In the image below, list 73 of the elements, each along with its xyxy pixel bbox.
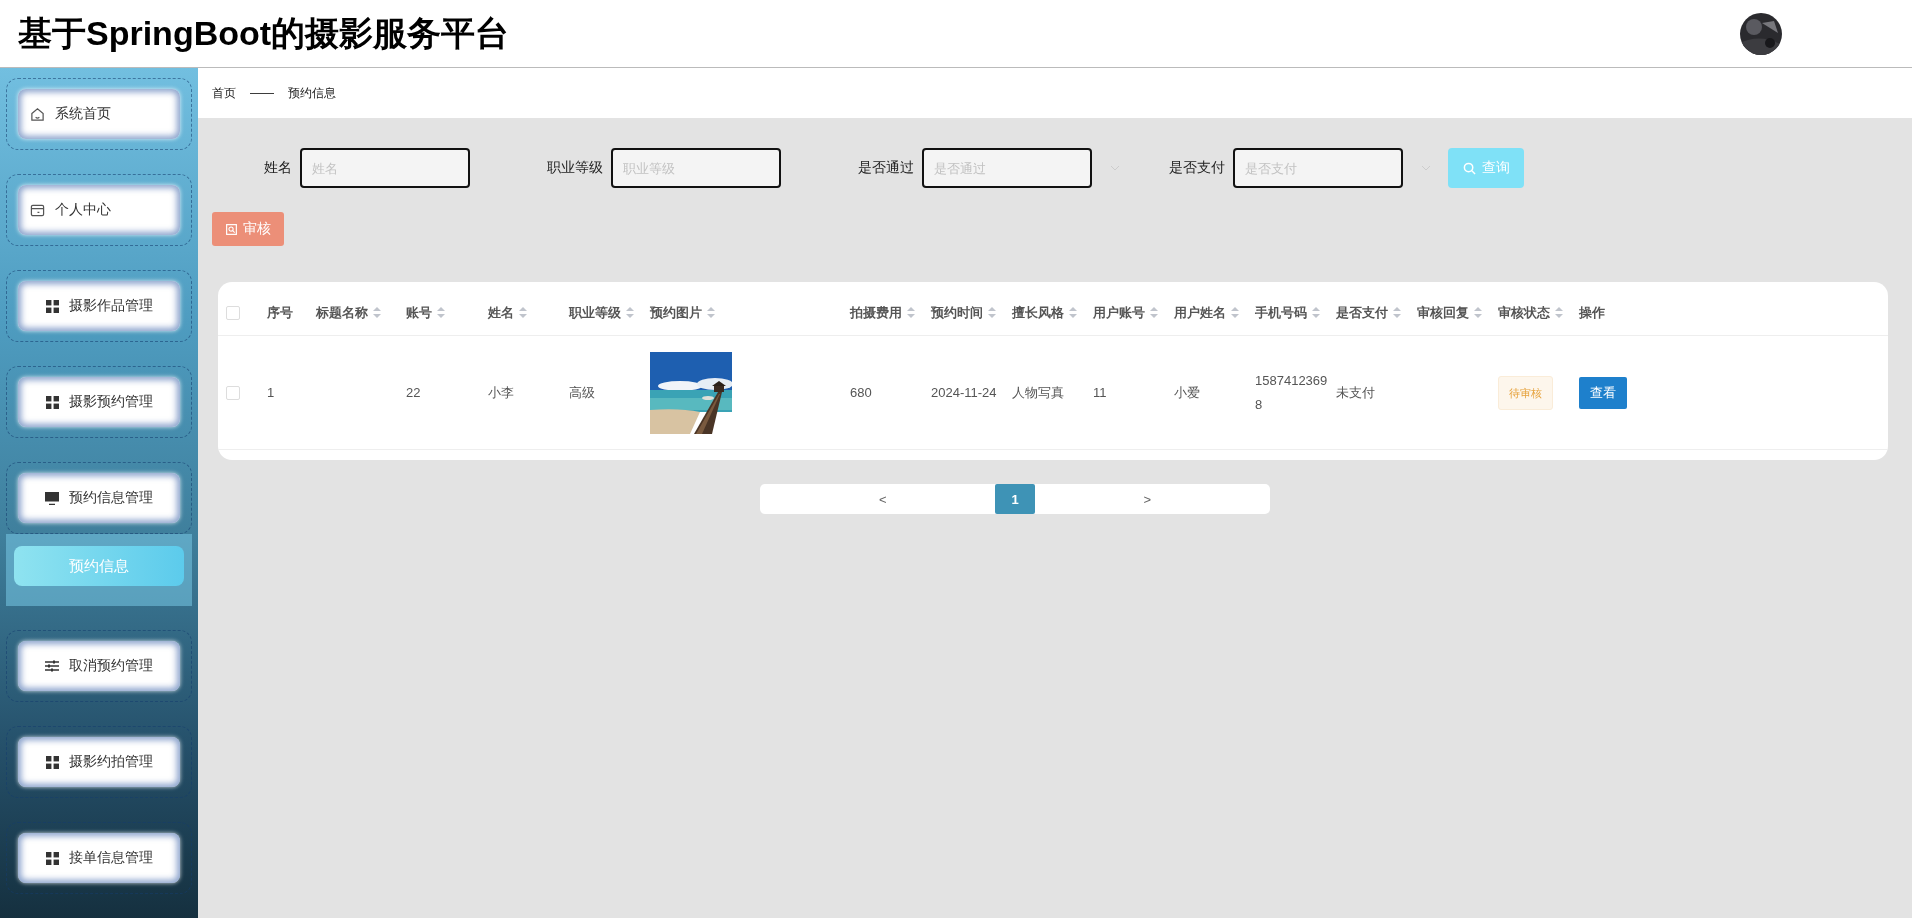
table-cell: 2024-11-24 bbox=[931, 384, 997, 400]
column-header: 审核回复 bbox=[1417, 303, 1469, 322]
column-header: 账号 bbox=[406, 303, 432, 322]
nav-item[interactable]: 摄影预约管理 bbox=[18, 377, 180, 427]
sort-icon[interactable] bbox=[1231, 307, 1239, 318]
monitor-icon bbox=[45, 491, 59, 505]
sort-icon[interactable] bbox=[1312, 307, 1320, 318]
table-cell: 未支付 bbox=[1336, 384, 1375, 400]
sort-icon[interactable] bbox=[373, 307, 381, 318]
column-header: 用户姓名 bbox=[1174, 303, 1226, 322]
column-header: 手机号码 bbox=[1255, 303, 1307, 322]
nav-item[interactable]: 取消预约管理 bbox=[18, 641, 180, 691]
column-header: 序号 bbox=[267, 303, 293, 322]
nav-item[interactable]: 接单信息管理 bbox=[18, 833, 180, 883]
nav-item[interactable]: 系统首页 bbox=[18, 89, 180, 139]
table-cell: 人物写真 bbox=[1012, 384, 1064, 400]
card-icon bbox=[30, 202, 45, 218]
column-header: 用户账号 bbox=[1093, 303, 1145, 322]
table-cell: 680 bbox=[850, 384, 872, 400]
nav-item[interactable]: 预约信息管理 bbox=[18, 473, 180, 523]
sort-icon[interactable] bbox=[626, 307, 634, 318]
column-header: 审核状态 bbox=[1498, 303, 1550, 322]
grid-icon bbox=[45, 851, 59, 865]
table-cell: 高级 bbox=[569, 384, 595, 400]
column-header: 操作 bbox=[1579, 303, 1605, 322]
sort-icon[interactable] bbox=[1150, 307, 1158, 318]
select-all-checkbox[interactable] bbox=[226, 305, 240, 320]
table-cell: 小爱 bbox=[1174, 384, 1200, 400]
sliders-icon bbox=[45, 660, 59, 672]
sort-icon[interactable] bbox=[907, 307, 915, 318]
sort-icon[interactable] bbox=[437, 307, 445, 318]
breadcrumb-item[interactable]: 预约信息 bbox=[288, 84, 336, 102]
sort-icon[interactable] bbox=[707, 307, 715, 318]
table-cell: 11 bbox=[1093, 384, 1107, 400]
column-header: 是否支付 bbox=[1336, 303, 1388, 322]
column-header: 标题名称 bbox=[316, 303, 368, 322]
nav-item[interactable]: 个人中心 bbox=[18, 185, 180, 235]
audit-icon bbox=[225, 223, 237, 235]
sort-icon[interactable] bbox=[988, 307, 996, 318]
column-header: 预约图片 bbox=[650, 303, 702, 322]
row-checkbox[interactable] bbox=[226, 385, 240, 400]
filter-label: 是否通过 bbox=[858, 159, 914, 177]
sort-icon[interactable] bbox=[1393, 307, 1401, 318]
sort-icon[interactable] bbox=[1555, 307, 1563, 318]
nav-item[interactable]: 摄影作品管理 bbox=[18, 281, 180, 331]
nav-item[interactable]: 摄影约拍管理 bbox=[18, 737, 180, 787]
column-header: 擅长风格 bbox=[1012, 303, 1064, 322]
grid-icon bbox=[45, 755, 59, 769]
prev-page-button[interactable]: < bbox=[873, 490, 893, 508]
filter-label: 是否支付 bbox=[1169, 159, 1225, 177]
table-cell: 15874123698 bbox=[1255, 372, 1328, 412]
grid-icon bbox=[45, 299, 59, 313]
sort-icon[interactable] bbox=[1069, 307, 1077, 318]
table-cell: 22 bbox=[406, 384, 421, 400]
filter-label: 职业等级 bbox=[547, 159, 603, 177]
grid-icon bbox=[45, 395, 59, 409]
sort-icon[interactable] bbox=[1474, 307, 1482, 318]
table-cell: 小李 bbox=[488, 384, 514, 400]
column-header: 预约时间 bbox=[931, 303, 983, 322]
column-header: 姓名 bbox=[488, 303, 514, 322]
filter-label: 姓名 bbox=[264, 159, 292, 177]
view-button[interactable]: 查看 bbox=[1579, 376, 1627, 409]
next-page-button[interactable]: > bbox=[1137, 490, 1157, 508]
breadcrumb-item[interactable]: 首页 bbox=[212, 84, 236, 102]
search-icon bbox=[1462, 161, 1476, 175]
breadcrumb-separator: —— bbox=[250, 86, 274, 100]
site-title: 基于SpringBoot的摄影服务平台 bbox=[18, 12, 510, 54]
column-header: 拍摄费用 bbox=[850, 303, 902, 322]
sort-icon[interactable] bbox=[519, 307, 527, 318]
status-tag: 待审核 bbox=[1498, 375, 1553, 410]
column-header: 职业等级 bbox=[569, 303, 621, 322]
home-icon bbox=[30, 106, 45, 122]
table-cell: 1 bbox=[267, 384, 275, 400]
